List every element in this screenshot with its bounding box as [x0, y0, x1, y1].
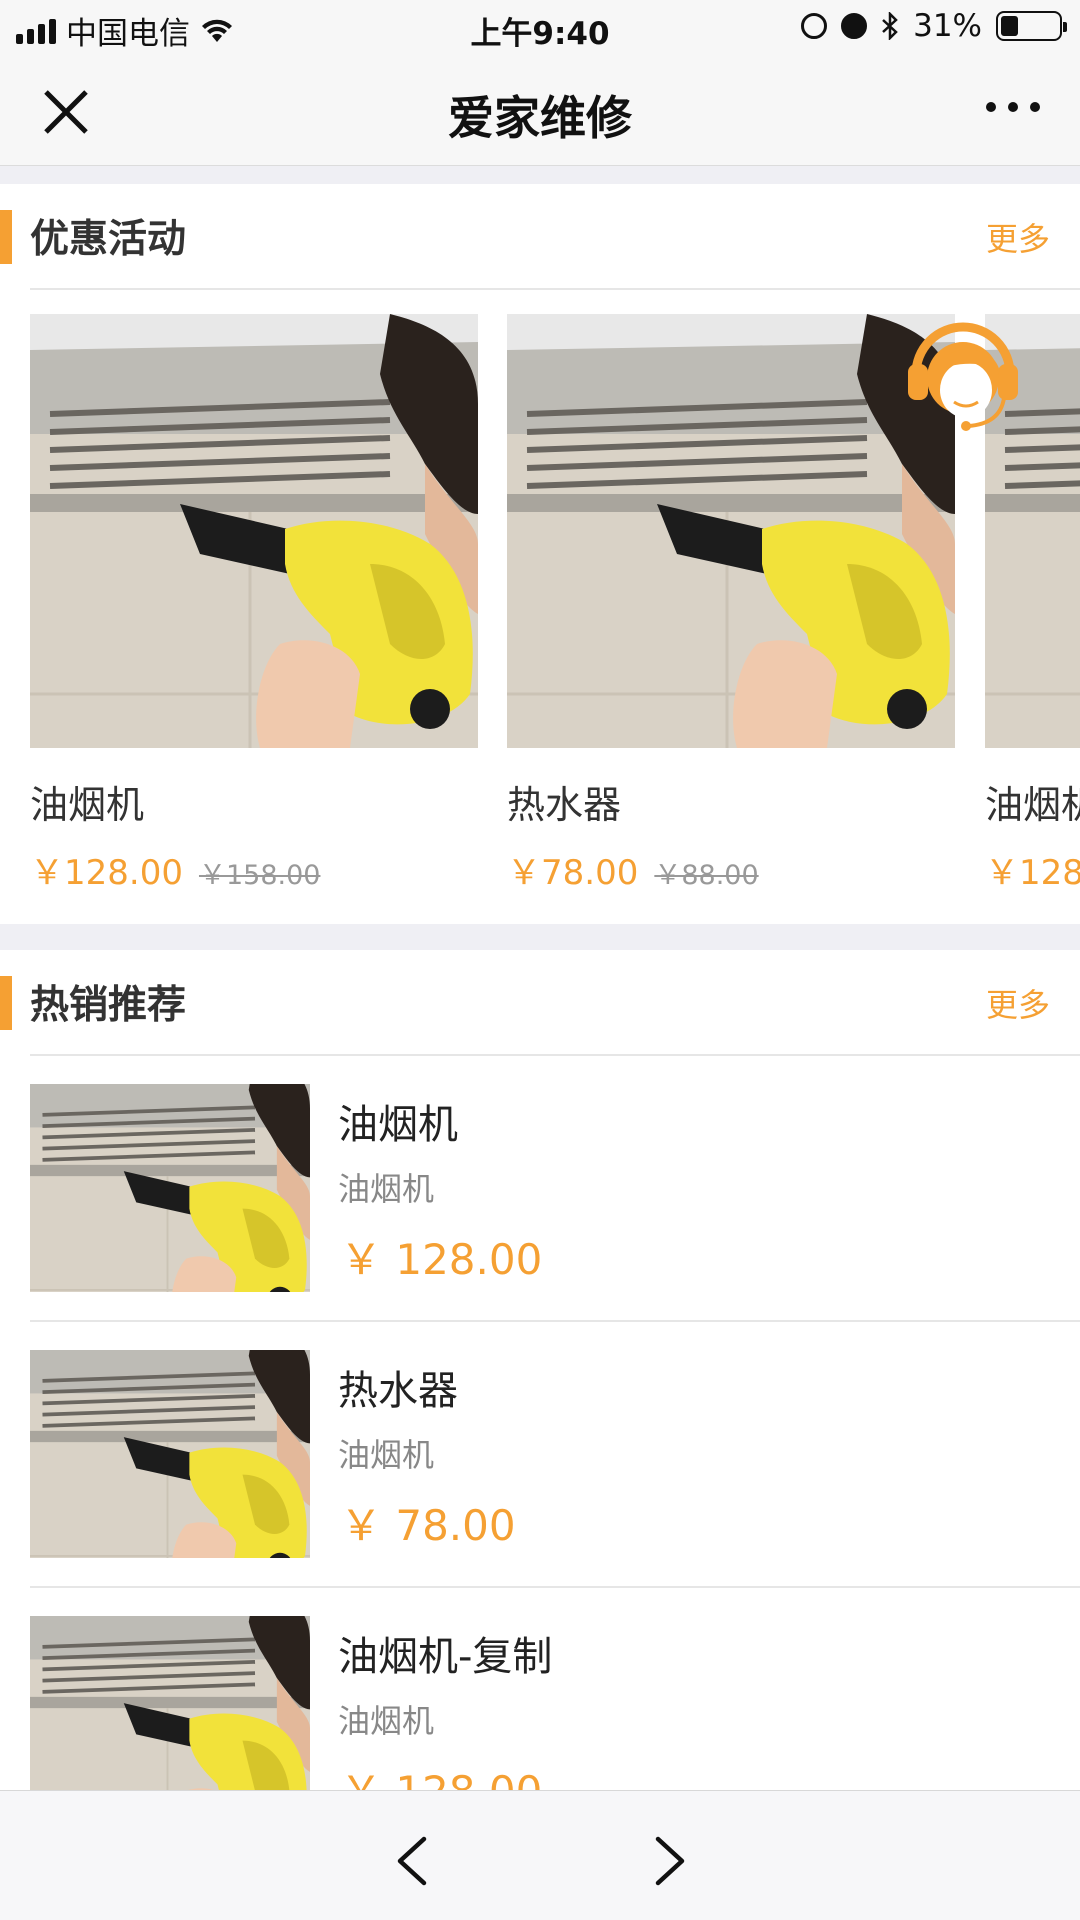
hot-title: 热销推荐 [30, 983, 187, 1028]
price-old: ￥158.00 [198, 860, 321, 891]
hot-list: 油烟机 油烟机 ￥ 128.00 热水器 油烟机 ￥ 78.00 油烟机-复制 … [0, 1056, 1080, 1854]
battery-fill [1001, 16, 1018, 36]
promo-title: 优惠活动 [30, 217, 187, 262]
chevron-left-icon[interactable] [388, 1831, 438, 1891]
section-accent-bar [0, 210, 12, 264]
bluetooth-icon [882, 12, 898, 40]
item-category: 油烟机 [338, 1436, 435, 1474]
price-now: ￥128.00 [30, 853, 183, 893]
status-right: 31% [801, 8, 1067, 44]
customer-service-icon[interactable] [904, 312, 1022, 438]
hot-section: 热销推荐 更多 油烟机 油烟机 ￥ 128.00 热水器 油烟机 ￥ 78.00… [0, 950, 1080, 1790]
promo-header: 优惠活动 更多 [0, 184, 1080, 290]
promo-card[interactable]: 油烟机 ￥128.00 ￥158.00 [30, 314, 478, 894]
list-item[interactable]: 热水器 油烟机 ￥ 78.00 [30, 1322, 1080, 1588]
rotation-lock-icon [801, 13, 828, 39]
battery-percent: 31% [913, 8, 982, 44]
product-image [30, 1350, 310, 1558]
browser-toolbar [0, 1790, 1080, 1920]
item-name: 热水器 [338, 1368, 458, 1414]
item-category: 油烟机 [338, 1702, 435, 1740]
promo-name: 油烟机 [985, 783, 1080, 827]
hot-more-link[interactable]: 更多 [986, 980, 1050, 1026]
hot-header: 热销推荐 更多 [0, 950, 1080, 1056]
promo-prices: ￥78.00 ￥88.00 [507, 845, 955, 894]
status-bar: 中国电信 上午9:40 31% [0, 0, 1080, 54]
item-name: 油烟机 [338, 1102, 458, 1148]
price-now: ￥128 [985, 853, 1080, 893]
item-category: 油烟机 [338, 1170, 435, 1208]
promo-name: 热水器 [507, 783, 622, 827]
product-image [507, 314, 955, 748]
promo-name: 油烟机 [30, 783, 145, 827]
nav-bar: 爱家维修 [0, 54, 1080, 166]
item-name: 油烟机-复制 [338, 1634, 553, 1680]
product-image [30, 1084, 310, 1292]
battery-icon [996, 11, 1067, 41]
more-dots-icon[interactable] [982, 94, 1044, 120]
product-image [30, 314, 478, 748]
page-title: 爱家维修 [448, 91, 632, 145]
alarm-icon [841, 13, 868, 39]
item-price: ￥ 78.00 [340, 1501, 516, 1550]
list-item[interactable]: 油烟机 油烟机 ￥ 128.00 [30, 1056, 1080, 1322]
promo-section: 优惠活动 更多 油烟机 ￥128.00 ￥158.00 热水器 ￥78.00 ￥88… [0, 184, 1080, 924]
promo-card[interactable]: 热水器 ￥78.00 ￥88.00 [507, 314, 955, 894]
promo-more-link[interactable]: 更多 [986, 214, 1050, 260]
promo-prices: ￥128 [985, 845, 1080, 894]
price-now: ￥78.00 [507, 853, 639, 893]
chevron-right-icon[interactable] [644, 1831, 694, 1891]
promo-prices: ￥128.00 ￥158.00 [30, 845, 478, 894]
item-price: ￥ 128.00 [340, 1235, 543, 1284]
section-accent-bar [0, 976, 12, 1030]
price-old: ￥88.00 [654, 860, 759, 891]
